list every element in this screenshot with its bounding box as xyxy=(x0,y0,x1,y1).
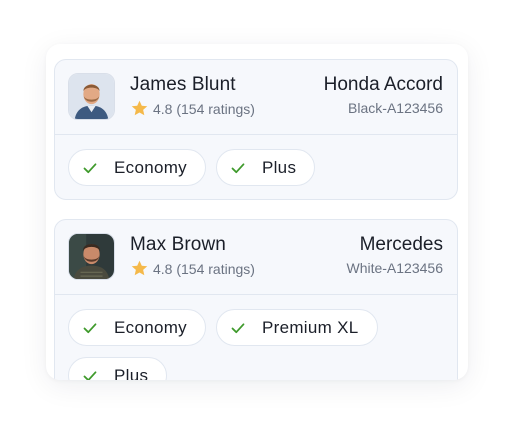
ride-option-label: Economy xyxy=(114,157,187,177)
check-icon xyxy=(231,322,245,333)
driver-name: James Blunt xyxy=(130,74,236,95)
check-icon xyxy=(83,370,97,380)
check-icon xyxy=(83,322,97,333)
driver-avatar xyxy=(68,73,115,120)
car-model: Honda Accord xyxy=(323,74,443,95)
ride-options: Economy Plus xyxy=(68,149,444,186)
driver-name: Max Brown xyxy=(130,234,226,255)
driver-avatar xyxy=(68,233,115,280)
ride-options: Economy Premium XL Plus xyxy=(68,309,444,380)
car-model: Mercedes xyxy=(359,234,443,255)
car-plate: White-A123456 xyxy=(346,260,443,276)
driver-card[interactable]: Max Brown 4.8 (154 ratings) Mercedes Whi… xyxy=(54,219,458,380)
ride-option-chip[interactable]: Economy xyxy=(68,309,206,346)
driver-card-header: Max Brown 4.8 (154 ratings) Mercedes Whi… xyxy=(55,220,457,295)
ride-option-chip[interactable]: Premium XL xyxy=(215,309,378,346)
ride-option-chip[interactable]: Plus xyxy=(68,357,168,381)
driver-card[interactable]: James Blunt 4.8 (154 ratings) Honda Acco… xyxy=(54,59,458,200)
driver-rating-text: 4.8 (154 ratings) xyxy=(153,260,255,277)
driver-rating-text: 4.8 (154 ratings) xyxy=(153,100,255,117)
ride-option-label: Plus xyxy=(261,157,297,177)
ride-option-label: Plus xyxy=(114,365,149,381)
driver-rating: 4.8 (154 ratings) xyxy=(130,259,255,278)
ride-option-label: Economy xyxy=(114,317,187,337)
check-icon xyxy=(231,162,245,173)
ride-option-label: Premium XL xyxy=(261,317,359,337)
star-icon xyxy=(131,100,148,116)
check-icon xyxy=(83,162,97,173)
driver-rating: 4.8 (154 ratings) xyxy=(130,99,255,118)
star-icon xyxy=(131,260,148,276)
driver-list-panel: James Blunt 4.8 (154 ratings) Honda Acco… xyxy=(46,44,468,380)
ride-option-chip[interactable]: Economy xyxy=(68,149,206,186)
driver-card-header: James Blunt 4.8 (154 ratings) Honda Acco… xyxy=(55,60,457,135)
ride-option-chip[interactable]: Plus xyxy=(215,149,316,186)
car-plate: Black-A123456 xyxy=(348,100,443,116)
